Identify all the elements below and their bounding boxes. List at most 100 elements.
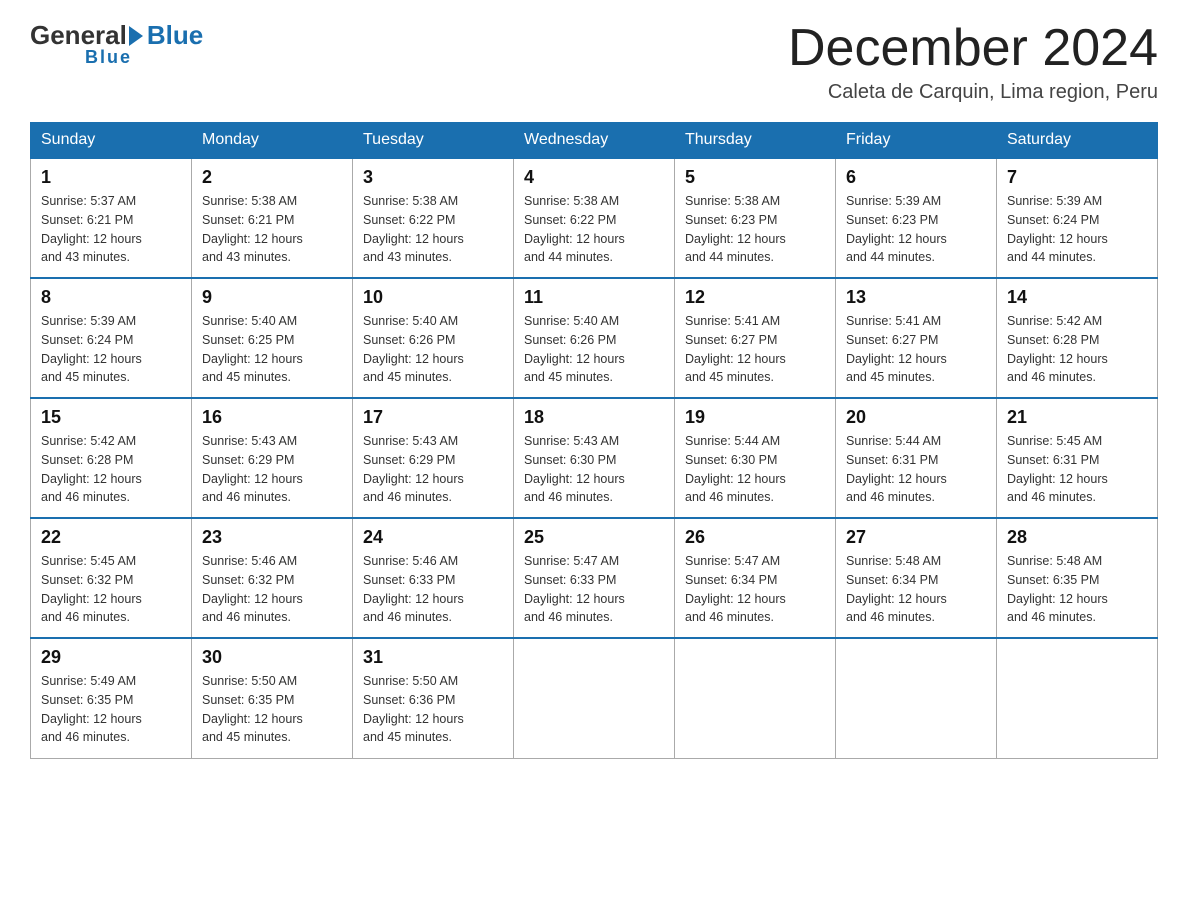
day-info: Sunrise: 5:39 AM Sunset: 6:24 PM Dayligh… <box>41 312 181 387</box>
calendar-cell: 20 Sunrise: 5:44 AM Sunset: 6:31 PM Dayl… <box>836 398 997 518</box>
calendar-cell: 27 Sunrise: 5:48 AM Sunset: 6:34 PM Dayl… <box>836 518 997 638</box>
day-number: 13 <box>846 287 986 308</box>
day-info: Sunrise: 5:45 AM Sunset: 6:31 PM Dayligh… <box>1007 432 1147 507</box>
calendar-cell: 28 Sunrise: 5:48 AM Sunset: 6:35 PM Dayl… <box>997 518 1158 638</box>
day-info: Sunrise: 5:46 AM Sunset: 6:32 PM Dayligh… <box>202 552 342 627</box>
calendar-cell: 17 Sunrise: 5:43 AM Sunset: 6:29 PM Dayl… <box>353 398 514 518</box>
day-info: Sunrise: 5:37 AM Sunset: 6:21 PM Dayligh… <box>41 192 181 267</box>
calendar-cell <box>675 638 836 758</box>
calendar-cell <box>997 638 1158 758</box>
calendar-cell: 2 Sunrise: 5:38 AM Sunset: 6:21 PM Dayli… <box>192 158 353 278</box>
week-row-5: 29 Sunrise: 5:49 AM Sunset: 6:35 PM Dayl… <box>31 638 1158 758</box>
day-number: 21 <box>1007 407 1147 428</box>
header-tuesday: Tuesday <box>353 123 514 159</box>
day-info: Sunrise: 5:43 AM Sunset: 6:29 PM Dayligh… <box>363 432 503 507</box>
calendar-cell: 22 Sunrise: 5:45 AM Sunset: 6:32 PM Dayl… <box>31 518 192 638</box>
day-number: 24 <box>363 527 503 548</box>
day-info: Sunrise: 5:50 AM Sunset: 6:35 PM Dayligh… <box>202 672 342 747</box>
day-number: 30 <box>202 647 342 668</box>
day-number: 14 <box>1007 287 1147 308</box>
logo-triangle-icon <box>129 26 143 46</box>
logo-blue-text: Blue <box>147 20 203 51</box>
day-info: Sunrise: 5:43 AM Sunset: 6:29 PM Dayligh… <box>202 432 342 507</box>
calendar-cell: 6 Sunrise: 5:39 AM Sunset: 6:23 PM Dayli… <box>836 158 997 278</box>
day-info: Sunrise: 5:49 AM Sunset: 6:35 PM Dayligh… <box>41 672 181 747</box>
calendar-cell: 19 Sunrise: 5:44 AM Sunset: 6:30 PM Dayl… <box>675 398 836 518</box>
calendar-cell: 16 Sunrise: 5:43 AM Sunset: 6:29 PM Dayl… <box>192 398 353 518</box>
day-info: Sunrise: 5:47 AM Sunset: 6:33 PM Dayligh… <box>524 552 664 627</box>
calendar-cell: 21 Sunrise: 5:45 AM Sunset: 6:31 PM Dayl… <box>997 398 1158 518</box>
calendar-cell: 3 Sunrise: 5:38 AM Sunset: 6:22 PM Dayli… <box>353 158 514 278</box>
day-info: Sunrise: 5:42 AM Sunset: 6:28 PM Dayligh… <box>1007 312 1147 387</box>
day-info: Sunrise: 5:38 AM Sunset: 6:23 PM Dayligh… <box>685 192 825 267</box>
day-number: 16 <box>202 407 342 428</box>
page-header: General Blue Blue December 2024 Caleta d… <box>30 20 1158 104</box>
calendar-cell: 24 Sunrise: 5:46 AM Sunset: 6:33 PM Dayl… <box>353 518 514 638</box>
day-info: Sunrise: 5:38 AM Sunset: 6:21 PM Dayligh… <box>202 192 342 267</box>
day-info: Sunrise: 5:48 AM Sunset: 6:34 PM Dayligh… <box>846 552 986 627</box>
day-info: Sunrise: 5:42 AM Sunset: 6:28 PM Dayligh… <box>41 432 181 507</box>
day-number: 2 <box>202 167 342 188</box>
day-number: 11 <box>524 287 664 308</box>
day-number: 28 <box>1007 527 1147 548</box>
calendar-cell <box>514 638 675 758</box>
calendar-cell: 18 Sunrise: 5:43 AM Sunset: 6:30 PM Dayl… <box>514 398 675 518</box>
calendar-cell: 11 Sunrise: 5:40 AM Sunset: 6:26 PM Dayl… <box>514 278 675 398</box>
day-number: 27 <box>846 527 986 548</box>
day-info: Sunrise: 5:44 AM Sunset: 6:31 PM Dayligh… <box>846 432 986 507</box>
day-number: 8 <box>41 287 181 308</box>
calendar-table: Sunday Monday Tuesday Wednesday Thursday… <box>30 122 1158 759</box>
day-info: Sunrise: 5:40 AM Sunset: 6:26 PM Dayligh… <box>524 312 664 387</box>
calendar-cell: 8 Sunrise: 5:39 AM Sunset: 6:24 PM Dayli… <box>31 278 192 398</box>
day-number: 26 <box>685 527 825 548</box>
day-number: 31 <box>363 647 503 668</box>
calendar-cell: 12 Sunrise: 5:41 AM Sunset: 6:27 PM Dayl… <box>675 278 836 398</box>
day-number: 5 <box>685 167 825 188</box>
header-friday: Friday <box>836 123 997 159</box>
day-number: 15 <box>41 407 181 428</box>
day-number: 6 <box>846 167 986 188</box>
day-number: 7 <box>1007 167 1147 188</box>
day-number: 23 <box>202 527 342 548</box>
header-saturday: Saturday <box>997 123 1158 159</box>
day-number: 20 <box>846 407 986 428</box>
location-title: Caleta de Carquin, Lima region, Peru <box>788 81 1158 104</box>
calendar-cell: 31 Sunrise: 5:50 AM Sunset: 6:36 PM Dayl… <box>353 638 514 758</box>
calendar-cell: 14 Sunrise: 5:42 AM Sunset: 6:28 PM Dayl… <box>997 278 1158 398</box>
calendar-cell: 25 Sunrise: 5:47 AM Sunset: 6:33 PM Dayl… <box>514 518 675 638</box>
day-number: 4 <box>524 167 664 188</box>
calendar-cell: 1 Sunrise: 5:37 AM Sunset: 6:21 PM Dayli… <box>31 158 192 278</box>
logo-underline: Blue <box>85 47 132 68</box>
calendar-cell: 30 Sunrise: 5:50 AM Sunset: 6:35 PM Dayl… <box>192 638 353 758</box>
day-info: Sunrise: 5:43 AM Sunset: 6:30 PM Dayligh… <box>524 432 664 507</box>
week-row-1: 1 Sunrise: 5:37 AM Sunset: 6:21 PM Dayli… <box>31 158 1158 278</box>
day-info: Sunrise: 5:46 AM Sunset: 6:33 PM Dayligh… <box>363 552 503 627</box>
day-number: 1 <box>41 167 181 188</box>
day-number: 9 <box>202 287 342 308</box>
day-number: 22 <box>41 527 181 548</box>
calendar-cell: 15 Sunrise: 5:42 AM Sunset: 6:28 PM Dayl… <box>31 398 192 518</box>
day-info: Sunrise: 5:45 AM Sunset: 6:32 PM Dayligh… <box>41 552 181 627</box>
day-info: Sunrise: 5:38 AM Sunset: 6:22 PM Dayligh… <box>363 192 503 267</box>
day-info: Sunrise: 5:41 AM Sunset: 6:27 PM Dayligh… <box>846 312 986 387</box>
calendar-cell: 13 Sunrise: 5:41 AM Sunset: 6:27 PM Dayl… <box>836 278 997 398</box>
calendar-cell: 5 Sunrise: 5:38 AM Sunset: 6:23 PM Dayli… <box>675 158 836 278</box>
day-number: 3 <box>363 167 503 188</box>
header-thursday: Thursday <box>675 123 836 159</box>
day-info: Sunrise: 5:41 AM Sunset: 6:27 PM Dayligh… <box>685 312 825 387</box>
day-info: Sunrise: 5:39 AM Sunset: 6:24 PM Dayligh… <box>1007 192 1147 267</box>
day-number: 29 <box>41 647 181 668</box>
calendar-cell: 23 Sunrise: 5:46 AM Sunset: 6:32 PM Dayl… <box>192 518 353 638</box>
header-sunday: Sunday <box>31 123 192 159</box>
day-number: 17 <box>363 407 503 428</box>
day-info: Sunrise: 5:47 AM Sunset: 6:34 PM Dayligh… <box>685 552 825 627</box>
day-number: 19 <box>685 407 825 428</box>
calendar-cell: 7 Sunrise: 5:39 AM Sunset: 6:24 PM Dayli… <box>997 158 1158 278</box>
calendar-cell: 4 Sunrise: 5:38 AM Sunset: 6:22 PM Dayli… <box>514 158 675 278</box>
header-wednesday: Wednesday <box>514 123 675 159</box>
title-section: December 2024 Caleta de Carquin, Lima re… <box>788 20 1158 104</box>
day-info: Sunrise: 5:48 AM Sunset: 6:35 PM Dayligh… <box>1007 552 1147 627</box>
day-number: 12 <box>685 287 825 308</box>
week-row-4: 22 Sunrise: 5:45 AM Sunset: 6:32 PM Dayl… <box>31 518 1158 638</box>
calendar-cell: 26 Sunrise: 5:47 AM Sunset: 6:34 PM Dayl… <box>675 518 836 638</box>
